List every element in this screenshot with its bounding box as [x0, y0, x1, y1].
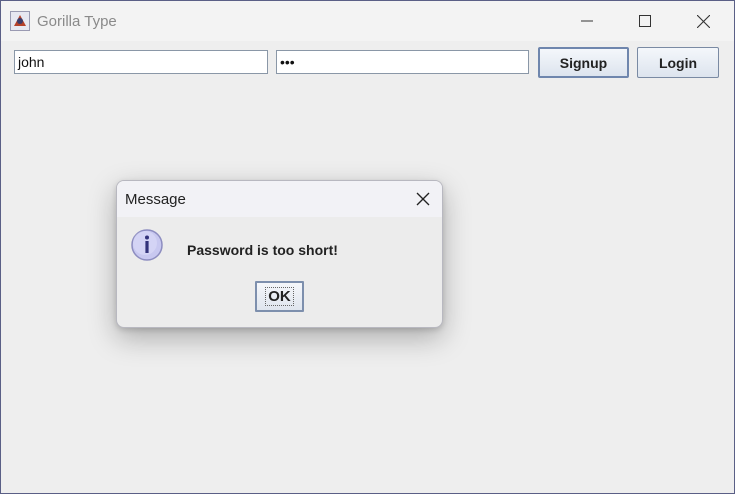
signup-button[interactable]: Signup	[538, 47, 629, 78]
minimize-icon	[581, 20, 593, 22]
maximize-icon	[639, 15, 651, 27]
dialog-title-bar[interactable]: Message	[117, 181, 442, 217]
dialog-title: Message	[125, 191, 186, 208]
close-icon	[416, 192, 430, 206]
java-app-icon	[10, 11, 30, 31]
dialog-message: Password is too short!	[187, 242, 338, 258]
ok-button[interactable]: OK	[255, 281, 304, 312]
close-button[interactable]	[674, 1, 732, 41]
ok-button-label: OK	[265, 287, 294, 306]
minimize-button[interactable]	[558, 1, 616, 41]
username-field[interactable]: john	[14, 50, 268, 74]
info-icon	[130, 228, 164, 262]
message-dialog: Message Password is too short! OK	[116, 180, 443, 328]
login-button[interactable]: Login	[637, 47, 719, 78]
maximize-button[interactable]	[616, 1, 674, 41]
window-title: Gorilla Type	[37, 13, 117, 30]
dialog-close-button[interactable]	[411, 189, 435, 209]
password-field[interactable]: •••	[276, 50, 529, 74]
close-icon	[696, 14, 710, 28]
title-bar[interactable]: Gorilla Type	[1, 1, 734, 41]
app-window: Gorilla Type john ••• Signup Login Messa…	[0, 0, 735, 494]
